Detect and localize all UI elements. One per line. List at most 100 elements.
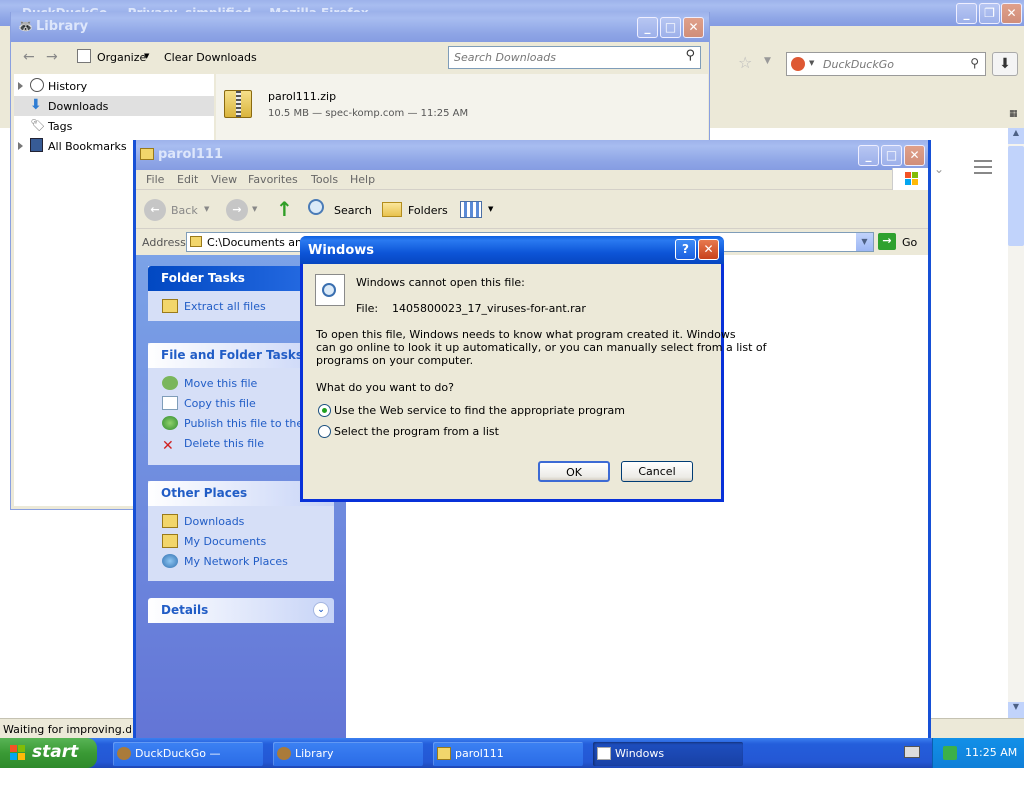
expand-details-icon[interactable]: ⌄ xyxy=(313,602,329,618)
browser-search-box[interactable]: ▼ DuckDuckGo ⚲ xyxy=(786,52,986,76)
explorer-close-button[interactable]: ✕ xyxy=(904,145,925,166)
delete-x-icon: ✕ xyxy=(162,438,174,454)
library-search-input[interactable]: Search Downloads ⚲ xyxy=(448,46,701,69)
menu-view[interactable]: View xyxy=(211,173,237,186)
bookmarks-folder-icon xyxy=(30,138,43,152)
menu-favorites[interactable]: Favorites xyxy=(248,173,298,186)
organize-icon xyxy=(77,49,91,63)
forward-button[interactable]: → ▼ xyxy=(226,198,262,222)
tree-item-downloads[interactable]: ⬇ Downloads xyxy=(14,96,214,116)
file-search-icon xyxy=(315,274,345,306)
details-panel: Details ⌄ xyxy=(148,598,334,623)
my-documents-link[interactable]: My Documents xyxy=(148,532,334,552)
expand-history-icon[interactable] xyxy=(18,82,23,90)
library-maximize-button[interactable]: □ xyxy=(660,17,681,38)
views-button[interactable]: ▼ xyxy=(458,199,498,221)
library-search-icon[interactable]: ⚲ xyxy=(685,48,695,63)
start-button[interactable]: start xyxy=(0,738,97,768)
library-taskbar-icon xyxy=(277,747,291,760)
back-circle-icon: ← xyxy=(144,199,166,221)
dialog-close-button[interactable]: ✕ xyxy=(698,239,719,260)
library-close-button[interactable]: ✕ xyxy=(683,17,704,38)
forward-dropdown-icon[interactable]: ▼ xyxy=(252,205,257,213)
scroll-down-button[interactable]: ▼ xyxy=(1008,702,1024,718)
forward-arrow-icon[interactable]: → xyxy=(46,49,58,65)
browser-close-button[interactable]: ✕ xyxy=(1001,3,1022,24)
apps-grid-icon[interactable]: ▦ xyxy=(1009,109,1018,119)
library-search-placeholder: Search Downloads xyxy=(454,51,556,64)
menu-file[interactable]: File xyxy=(146,173,164,186)
tag-icon: 🏷 xyxy=(30,118,46,132)
explorer-minimize-button[interactable]: _ xyxy=(858,145,879,166)
tree-label-downloads: Downloads xyxy=(48,100,109,113)
browser-scrollbar[interactable]: ▲ ▼ xyxy=(1008,128,1024,718)
explorer-title: parol111 xyxy=(158,147,224,162)
extract-zip-icon xyxy=(162,299,178,313)
menu-help[interactable]: Help xyxy=(350,173,375,186)
menu-tools[interactable]: Tools xyxy=(311,173,338,186)
go-button[interactable]: → Go xyxy=(878,232,922,252)
option-select-program[interactable]: Select the program from a list xyxy=(316,424,516,440)
select-program-radio[interactable] xyxy=(318,425,331,438)
tree-item-history[interactable]: History xyxy=(14,76,214,96)
my-network-places-link[interactable]: My Network Places xyxy=(148,552,334,572)
taskbar-item-parol111[interactable]: parol111 xyxy=(433,742,583,766)
search-button[interactable]: Search xyxy=(306,197,372,223)
browser-maximize-button[interactable]: ❐ xyxy=(979,3,1000,24)
system-tray: 11:25 AM xyxy=(932,738,1024,768)
browser-search-placeholder: DuckDuckGo xyxy=(823,58,894,71)
back-dropdown-icon[interactable]: ▼ xyxy=(204,205,209,213)
tree-label-tags: Tags xyxy=(48,120,73,133)
clear-downloads-button[interactable]: Clear Downloads xyxy=(164,51,257,64)
option-web-service[interactable]: Use the Web service to find the appropri… xyxy=(316,403,625,419)
organize-menu[interactable]: Organize xyxy=(97,51,146,64)
taskbar-item-browser[interactable]: DuckDuckGo — Privac... xyxy=(113,742,263,784)
download-item[interactable]: parol111.zip 10.5 MB — spec-komp.com — 1… xyxy=(216,74,708,134)
tree-label-history: History xyxy=(48,80,88,93)
web-service-radio[interactable] xyxy=(318,404,331,417)
browser-minimize-button[interactable]: _ xyxy=(956,3,977,24)
scroll-up-button[interactable]: ▲ xyxy=(1008,128,1024,144)
taskbar-item-windows-dialog[interactable]: Windows xyxy=(593,742,743,766)
explorer-maximize-button[interactable]: □ xyxy=(881,145,902,166)
downloads-place-link[interactable]: Downloads xyxy=(148,512,334,532)
address-folder-icon xyxy=(190,236,202,247)
scroll-thumb[interactable] xyxy=(1008,146,1024,246)
web-service-label: Use the Web service to find the appropri… xyxy=(334,404,625,417)
expand-bookmarks-icon[interactable] xyxy=(18,142,23,150)
back-arrow-icon[interactable]: ← xyxy=(23,49,35,65)
download-arrow-icon[interactable]: ⬇ xyxy=(992,52,1018,76)
my-documents-icon xyxy=(162,534,178,548)
select-program-label: Select the program from a list xyxy=(334,425,499,438)
up-arrow-icon: ↑ xyxy=(276,197,293,221)
move-file-icon xyxy=(162,376,178,390)
dialog-help-button[interactable]: ? xyxy=(675,239,696,260)
network-tray-icon[interactable] xyxy=(943,746,957,760)
explorer-menubar: File Edit View Favorites Tools Help xyxy=(136,168,928,190)
taskbar-item-library[interactable]: Library xyxy=(273,742,423,766)
library-minimize-button[interactable]: _ xyxy=(637,17,658,38)
search-engine-dropdown-icon[interactable]: ▼ xyxy=(809,59,814,67)
up-folder-button[interactable]: ↑ xyxy=(272,197,296,223)
ok-button[interactable]: OK xyxy=(538,461,610,482)
folders-label: Folders xyxy=(408,204,448,217)
hamburger-menu-icon[interactable] xyxy=(974,160,992,174)
organize-dropdown-icon: ▼ xyxy=(144,52,150,60)
taskbar: start DuckDuckGo — Privac... Library par… xyxy=(0,738,1024,784)
url-dropdown-icon[interactable]: ▼ xyxy=(764,56,771,66)
views-icon xyxy=(460,201,482,218)
menu-edit[interactable]: Edit xyxy=(177,173,198,186)
firefox-taskbar-icon xyxy=(117,747,131,760)
details-header[interactable]: Details ⌄ xyxy=(148,598,334,623)
address-dropdown-icon[interactable]: ▼ xyxy=(856,233,873,251)
clock[interactable]: 11:25 AM xyxy=(965,746,1017,759)
folders-button[interactable]: Folders xyxy=(380,197,450,223)
back-button[interactable]: ← Back ▼ xyxy=(144,198,214,222)
chevron-down-icon[interactable]: ⌄ xyxy=(934,162,944,176)
my-documents-label: My Documents xyxy=(184,535,267,548)
search-magnifier-icon[interactable]: ⚲ xyxy=(970,56,979,70)
cancel-button[interactable]: Cancel xyxy=(621,461,693,482)
tree-item-tags[interactable]: 🏷 Tags xyxy=(14,116,214,136)
bookmark-star-icon[interactable]: ☆ xyxy=(738,53,752,72)
keyboard-icon[interactable] xyxy=(904,746,920,758)
